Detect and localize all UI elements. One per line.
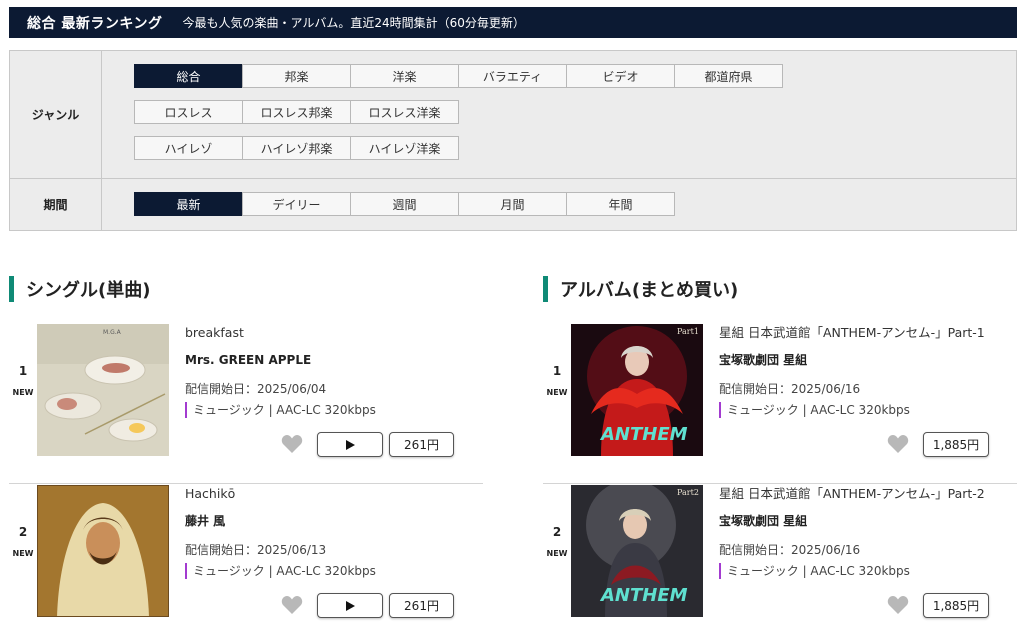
- album-info: 星組 日本武道館「ANTHEM-アンセム-」Part-1 宝塚歌劇団 星組 配信…: [719, 324, 1009, 418]
- genre-option-hougaku[interactable]: 邦楽: [242, 64, 351, 88]
- format-info: ミュージック | AAC-LC 320kbps: [719, 402, 1009, 418]
- jacket-image[interactable]: ANTHEM Part1: [571, 324, 703, 456]
- track-info: breakfast Mrs. GREEN APPLE 配信開始日：2025/06…: [185, 324, 475, 418]
- price-button[interactable]: 1,885円: [923, 593, 989, 618]
- rank-block: 2 NEW: [543, 525, 571, 558]
- play-button[interactable]: [317, 593, 383, 618]
- svg-text:ANTHEM: ANTHEM: [599, 424, 688, 445]
- genre-option-video[interactable]: ビデオ: [566, 64, 675, 88]
- rank-block: 1 NEW: [9, 364, 37, 397]
- heart-icon[interactable]: [281, 434, 303, 454]
- track-artist[interactable]: 藤井 風: [185, 512, 475, 530]
- format-info: ミュージック | AAC-LC 320kbps: [185, 402, 475, 418]
- album-item-2: 2 NEW ANTHEM Part2 星組 日本武道館「ANTHEM-アンセム-…: [543, 485, 1017, 638]
- heart-icon[interactable]: [281, 595, 303, 615]
- rank-block: 2 NEW: [9, 525, 37, 558]
- genre-label: ジャンル: [10, 51, 102, 178]
- format-info: ミュージック | AAC-LC 320kbps: [185, 563, 475, 579]
- album-info: 星組 日本武道館「ANTHEM-アンセム-」Part-2 宝塚歌劇団 星組 配信…: [719, 485, 1009, 579]
- release-date: 配信開始日：2025/06/04: [185, 382, 327, 396]
- release-date: 配信開始日：2025/06/16: [719, 382, 861, 396]
- genre-filter-row: ジャンル 総合 邦楽 洋楽 バラエティ ビデオ 都道府県 ロスレス ロスレス邦楽…: [10, 51, 1016, 179]
- ranking-header: 総合 最新ランキング 今最も人気の楽曲・アルバム。直近24時間集計（60分毎更新…: [9, 7, 1017, 38]
- period-option-weekly[interactable]: 週間: [350, 192, 459, 216]
- album-title[interactable]: 星組 日本武道館「ANTHEM-アンセム-」Part-1: [719, 324, 1009, 342]
- new-badge: NEW: [546, 388, 568, 397]
- track-title[interactable]: breakfast: [185, 324, 475, 342]
- rank-number: 2: [18, 525, 28, 539]
- albums-heading: アルバム(まとめ買い): [543, 276, 738, 302]
- genre-option-variety[interactable]: バラエティ: [458, 64, 567, 88]
- genre-option-hires-yougaku[interactable]: ハイレゾ洋楽: [350, 136, 459, 160]
- jacket-image[interactable]: ANTHEM Part2: [571, 485, 703, 617]
- genre-options: 総合 邦楽 洋楽 バラエティ ビデオ 都道府県 ロスレス ロスレス邦楽 ロスレス…: [102, 51, 1016, 178]
- page-title: 総合 最新ランキング: [27, 15, 163, 32]
- track-title[interactable]: Hachikō: [185, 485, 475, 503]
- heading-accent-bar: [543, 276, 548, 302]
- genre-option-hires[interactable]: ハイレゾ: [134, 136, 243, 160]
- rank-number: 1: [552, 364, 562, 378]
- genre-option-yougaku[interactable]: 洋楽: [350, 64, 459, 88]
- new-badge: NEW: [546, 549, 568, 558]
- genre-option-sougou[interactable]: 総合: [134, 64, 243, 88]
- price-button[interactable]: 261円: [389, 593, 454, 618]
- album-title[interactable]: 星組 日本武道館「ANTHEM-アンセム-」Part-2: [719, 485, 1009, 503]
- singles-heading-text: シングル(単曲): [26, 280, 151, 301]
- singles-heading: シングル(単曲): [9, 276, 150, 302]
- play-button[interactable]: [317, 432, 383, 457]
- period-option-monthly[interactable]: 月間: [458, 192, 567, 216]
- price-button[interactable]: 261円: [389, 432, 454, 457]
- rank-number: 1: [18, 364, 28, 378]
- release-date: 配信開始日：2025/06/16: [719, 543, 861, 557]
- new-badge: NEW: [12, 388, 34, 397]
- period-filter-row: 期間 最新 デイリー 週間 月間 年間: [10, 179, 1016, 230]
- track-artist[interactable]: Mrs. GREEN APPLE: [185, 351, 475, 369]
- heart-icon[interactable]: [887, 595, 909, 615]
- format-info: ミュージック | AAC-LC 320kbps: [719, 563, 1009, 579]
- period-option-latest[interactable]: 最新: [134, 192, 243, 216]
- filter-table: ジャンル 総合 邦楽 洋楽 バラエティ ビデオ 都道府県 ロスレス ロスレス邦楽…: [9, 50, 1017, 231]
- album-artist[interactable]: 宝塚歌劇団 星組: [719, 512, 1009, 530]
- single-item-2: 2 NEW Hachikō 藤井 風 配信開始日：2025/06/13 ミュージ…: [9, 485, 483, 638]
- svg-text:Part1: Part1: [677, 327, 699, 336]
- heading-accent-bar: [9, 276, 14, 302]
- jacket-image[interactable]: M.G.A: [37, 324, 169, 456]
- play-icon: [346, 600, 355, 611]
- price-button[interactable]: 1,885円: [923, 432, 989, 457]
- svg-text:M.G.A: M.G.A: [103, 329, 122, 336]
- release-date: 配信開始日：2025/06/13: [185, 543, 327, 557]
- period-label: 期間: [10, 179, 102, 230]
- albums-heading-text: アルバム(まとめ買い): [560, 280, 739, 301]
- page-subtitle: 今最も人気の楽曲・アルバム。直近24時間集計（60分毎更新）: [182, 16, 525, 30]
- album-item-1: 1 NEW ANTHEM Part1 星組 日本武道館「ANTHEM-アンセム-…: [543, 324, 1017, 484]
- period-options: 最新 デイリー 週間 月間 年間: [102, 179, 1016, 230]
- period-option-daily[interactable]: デイリー: [242, 192, 351, 216]
- genre-option-lossless-hougaku[interactable]: ロスレス邦楽: [242, 100, 351, 124]
- single-item-1: 1 NEW M.G.A breakfast Mrs. GREEN APPLE 配…: [9, 324, 483, 484]
- track-info: Hachikō 藤井 風 配信開始日：2025/06/13 ミュージック | A…: [185, 485, 475, 579]
- album-artist[interactable]: 宝塚歌劇団 星組: [719, 351, 1009, 369]
- genre-option-hires-hougaku[interactable]: ハイレゾ邦楽: [242, 136, 351, 160]
- rank-block: 1 NEW: [543, 364, 571, 397]
- jacket-image[interactable]: [37, 485, 169, 617]
- play-icon: [346, 439, 355, 450]
- svg-text:ANTHEM: ANTHEM: [599, 585, 688, 606]
- genre-option-prefecture[interactable]: 都道府県: [674, 64, 783, 88]
- new-badge: NEW: [12, 549, 34, 558]
- period-option-yearly[interactable]: 年間: [566, 192, 675, 216]
- genre-option-lossless[interactable]: ロスレス: [134, 100, 243, 124]
- heart-icon[interactable]: [887, 434, 909, 454]
- svg-text:Part2: Part2: [677, 488, 699, 497]
- genre-option-lossless-yougaku[interactable]: ロスレス洋楽: [350, 100, 459, 124]
- rank-number: 2: [552, 525, 562, 539]
